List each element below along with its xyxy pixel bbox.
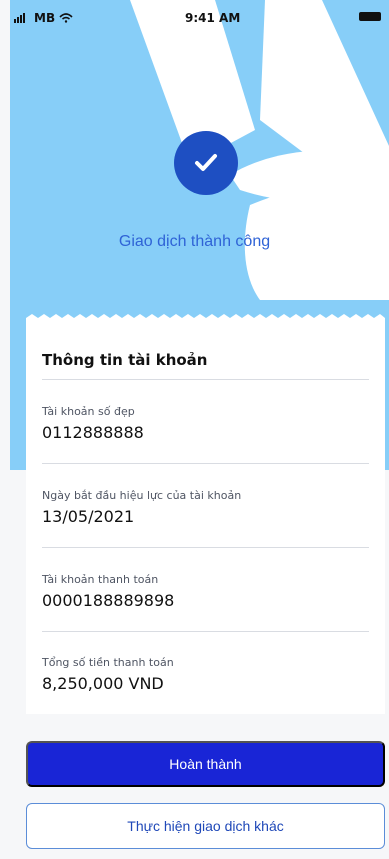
check-icon	[195, 154, 217, 171]
battery-icon	[359, 12, 381, 21]
field-value: 8,250,000 VND	[42, 674, 164, 693]
field-label: Ngày bắt đầu hiệu lực của tài khoản	[42, 489, 242, 502]
wifi-icon	[59, 13, 73, 23]
done-button[interactable]: Hoàn thành	[26, 741, 385, 787]
field-value: 0000188889898	[42, 591, 175, 610]
card-torn-edge	[26, 314, 385, 324]
another-transaction-button[interactable]: Thực hiện giao dịch khác	[26, 803, 385, 849]
status-time: 9:41 AM	[185, 11, 241, 25]
carrier-label: MB	[34, 11, 56, 25]
success-check-icon	[174, 131, 238, 195]
status-bar: MB 9:41 AM	[0, 0, 389, 40]
field-value: 0112888888	[42, 423, 144, 442]
field-divider	[42, 631, 369, 632]
field-label: Tài khoản số đẹp	[42, 405, 135, 418]
field-divider	[42, 547, 369, 548]
field-label: Tài khoản thanh toán	[42, 573, 159, 586]
signal-icon	[14, 13, 25, 23]
field-value: 13/05/2021	[42, 507, 135, 526]
card-title: Thông tin tài khoản	[42, 351, 208, 369]
success-message: Giao dịch thành công	[118, 233, 271, 250]
title-divider	[42, 379, 369, 380]
field-label: Tổng số tiền thanh toán	[42, 656, 174, 669]
status-left: MB	[14, 11, 73, 25]
field-divider	[42, 463, 369, 464]
account-info-card: Thông tin tài khoản Tài khoản số đẹp 011…	[26, 314, 385, 714]
